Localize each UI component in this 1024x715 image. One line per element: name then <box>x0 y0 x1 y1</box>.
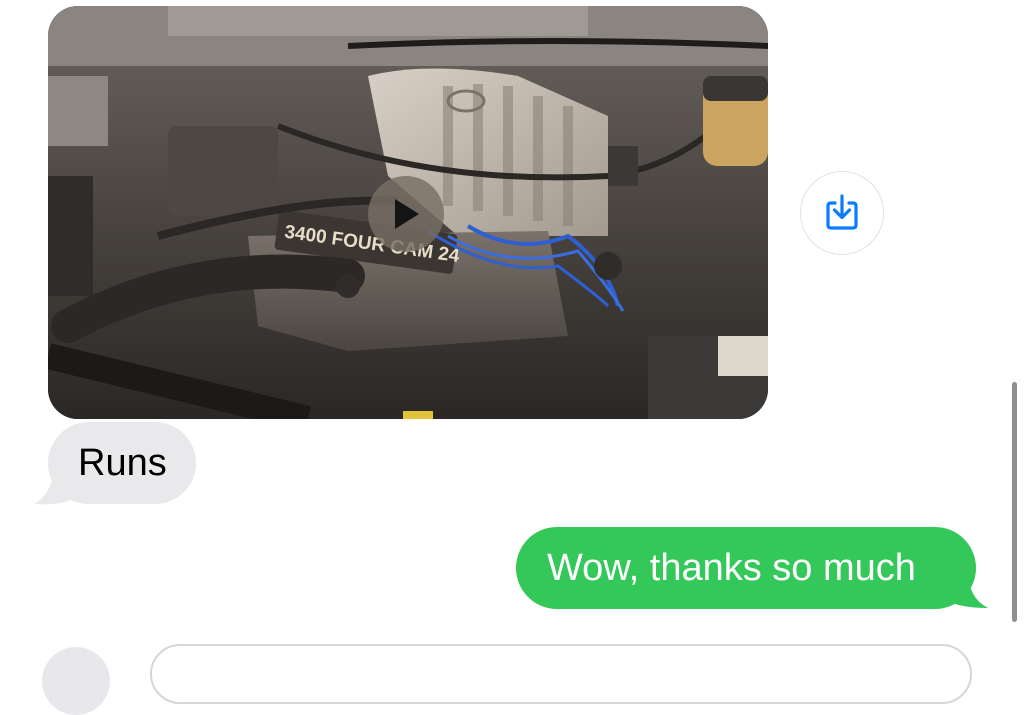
outgoing-message-text: Wow, thanks so much <box>547 547 916 589</box>
apps-button[interactable] <box>42 647 110 715</box>
incoming-message-text: Runs <box>78 442 167 484</box>
play-button[interactable] <box>368 176 444 252</box>
video-attachment[interactable]: 3400 FOUR CAM 24 <box>48 6 768 419</box>
download-icon <box>826 194 858 230</box>
incoming-message-bubble[interactable]: Runs <box>48 422 196 504</box>
message-input[interactable] <box>150 644 972 704</box>
scroll-indicator[interactable] <box>1012 382 1017 622</box>
save-attachment-button[interactable] <box>800 171 884 255</box>
outgoing-message-bubble[interactable]: Wow, thanks so much <box>516 527 976 609</box>
play-icon <box>395 199 419 229</box>
